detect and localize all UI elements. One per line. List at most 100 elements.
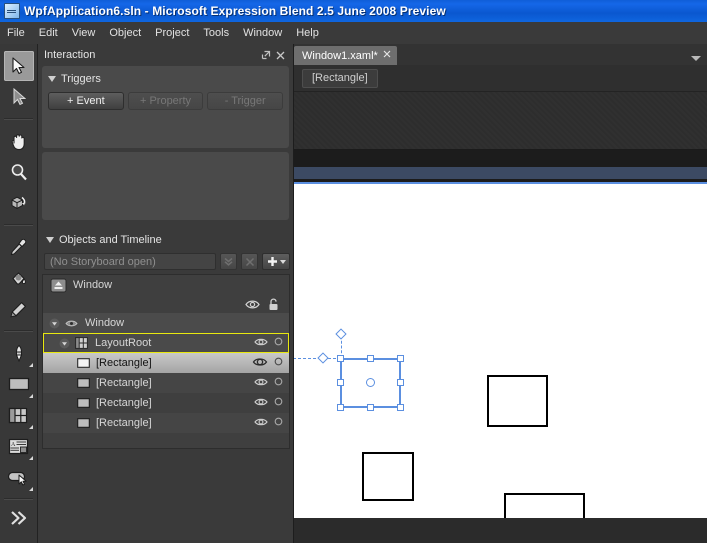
resize-handle-top-center[interactable] (367, 355, 374, 362)
window-title: WpfApplication6.sln - Microsoft Expressi… (24, 4, 446, 18)
menu-view[interactable]: View (65, 25, 103, 41)
selection-tool[interactable] (3, 51, 34, 81)
eye-small-icon[interactable] (65, 319, 78, 328)
toolbox-group-shapes: A (0, 335, 37, 495)
tree-row-window[interactable]: Window (43, 313, 289, 333)
rectangle-icon (8, 377, 29, 391)
grid-layout-icon (8, 407, 28, 423)
camera-orbit-tool[interactable] (4, 188, 34, 218)
triangle-down-icon (48, 76, 56, 82)
storyboard-picker[interactable]: (No Storyboard open) (44, 253, 216, 270)
hand-icon (11, 133, 25, 150)
tab-window1-xaml[interactable]: Window1.xaml* (294, 46, 397, 65)
menu-project[interactable]: Project (148, 25, 196, 41)
design-canvas[interactable] (294, 184, 707, 518)
button-control-tool-flyout-arrow[interactable] (28, 487, 33, 491)
tree-row-label: LayoutRoot (95, 337, 152, 349)
visibility-toggle[interactable] (254, 417, 268, 430)
button-control-tool[interactable] (4, 462, 34, 492)
menu-window[interactable]: Window (236, 25, 289, 41)
objects-tree[interactable]: Window Window LayoutRoot [Rectangle] [Re… (42, 274, 290, 449)
close-icon[interactable] (383, 50, 391, 61)
tree-row-rectangle-3[interactable]: [Rectangle] (43, 393, 289, 413)
transform-origin-handle[interactable] (366, 378, 375, 387)
tree-row-rectangle-2[interactable]: [Rectangle] (43, 373, 289, 393)
tree-row-rectangle-1[interactable]: [Rectangle] (43, 353, 289, 373)
expander-triangle-down-icon[interactable] (49, 318, 60, 329)
plus-icon (267, 257, 277, 266)
resize-handle-top-left[interactable] (337, 355, 344, 362)
triggers-list[interactable] (46, 110, 285, 144)
close-storyboard-button[interactable] (220, 253, 237, 270)
resize-handle-bottom-center[interactable] (367, 404, 374, 411)
padlock-icon (268, 297, 279, 311)
menu-tools[interactable]: Tools (196, 25, 236, 41)
zoom-tool[interactable] (4, 157, 34, 187)
grid-panel-tool[interactable] (4, 400, 34, 430)
rectangle-4[interactable] (504, 493, 585, 518)
visibility-toggle[interactable] (252, 356, 268, 371)
rectangle-tool[interactable] (4, 369, 34, 399)
menu-edit[interactable]: Edit (32, 25, 65, 41)
textblock-tool-flyout-arrow[interactable] (28, 456, 33, 460)
tree-column-headers (43, 295, 289, 313)
resize-handle-bottom-right[interactable] (397, 404, 404, 411)
rectangle-icon (77, 358, 90, 368)
tree-row-layoutroot[interactable]: LayoutRoot (43, 333, 289, 353)
add-property-trigger-button[interactable]: + Property (127, 92, 204, 110)
tree-row-rectangle-4[interactable]: [Rectangle] (43, 413, 289, 433)
pen-tool-flyout-arrow[interactable] (28, 363, 33, 367)
resize-handle-middle-right[interactable] (397, 379, 404, 386)
lock-toggle[interactable] (274, 417, 283, 429)
rectangle-icon (77, 418, 90, 428)
artboard-row[interactable]: Window (43, 275, 289, 295)
textblock-tool[interactable]: A (4, 431, 34, 461)
visibility-toggle[interactable] (254, 377, 268, 390)
eyedropper-tool[interactable] (4, 232, 34, 262)
resize-handle-middle-left[interactable] (337, 379, 344, 386)
menu-help[interactable]: Help (289, 25, 326, 41)
pen-tool[interactable] (4, 338, 34, 368)
rectangle-2[interactable] (487, 375, 548, 427)
objects-and-timeline-panel: Objects and Timeline (No Storyboard open… (38, 230, 294, 449)
breadcrumb-item-rectangle[interactable]: [Rectangle] (302, 68, 378, 88)
margin-handle[interactable] (317, 352, 329, 364)
paint-bucket-tool[interactable] (4, 263, 34, 293)
brush-transform-tool[interactable] (4, 294, 34, 324)
objects-and-timeline-header[interactable]: Objects and Timeline (38, 230, 294, 250)
document-tab-bar: Window1.xaml* (294, 44, 707, 65)
lock-toggle[interactable] (274, 397, 283, 409)
grid-panel-tool-flyout-arrow[interactable] (28, 425, 33, 429)
resize-handle-top-right[interactable] (397, 355, 404, 362)
close-icon[interactable] (273, 48, 287, 62)
lock-toggle[interactable] (274, 337, 283, 349)
chevron-down-icon[interactable] (279, 259, 286, 264)
chevron-down-icon[interactable] (691, 56, 701, 61)
visibility-toggle[interactable] (254, 337, 268, 350)
trigger-actions-list[interactable] (42, 152, 289, 220)
menu-object[interactable]: Object (102, 25, 148, 41)
resize-handle-bottom-left[interactable] (337, 404, 344, 411)
float-window-icon[interactable] (259, 48, 273, 62)
new-storyboard-button[interactable] (262, 253, 290, 270)
expander-triangle-down-icon[interactable] (59, 338, 70, 349)
remove-trigger-button[interactable]: - Trigger (207, 92, 284, 110)
rotation-handle[interactable] (335, 328, 347, 340)
rectangle-3[interactable] (362, 452, 414, 501)
double-chevron-down-icon (224, 257, 233, 266)
visibility-toggle[interactable] (254, 397, 268, 410)
lock-toggle[interactable] (274, 377, 283, 389)
asset-library-tool[interactable] (4, 503, 34, 533)
delete-storyboard-button[interactable] (241, 253, 258, 270)
menu-file[interactable]: File (0, 25, 32, 41)
objects-and-timeline-title: Objects and Timeline (59, 234, 162, 246)
blend-app-icon (4, 3, 20, 19)
brush-icon (10, 301, 26, 317)
lock-toggle[interactable] (274, 357, 283, 369)
direct-selection-tool[interactable] (4, 82, 34, 112)
rectangle-tool-flyout-arrow[interactable] (28, 394, 33, 398)
pan-tool[interactable] (4, 126, 34, 156)
triggers-label: Triggers (61, 73, 101, 85)
add-event-trigger-button[interactable]: + Event (48, 92, 124, 110)
triggers-group-header[interactable]: Triggers (46, 70, 285, 88)
